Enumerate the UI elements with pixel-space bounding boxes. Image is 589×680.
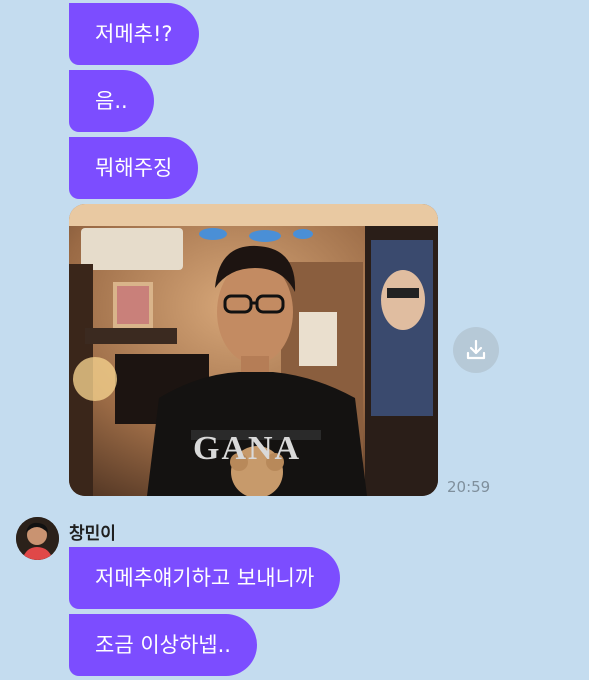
message-timestamp: 20:59 (447, 478, 491, 496)
message-text: 음.. (95, 89, 128, 113)
download-icon (466, 339, 486, 360)
message-text: 저메추!? (95, 22, 173, 46)
sender-name: 창민이 (69, 524, 116, 544)
avatar-photo (16, 517, 59, 560)
message-bubble[interactable]: 조금 이상하넵.. (69, 614, 257, 676)
message-bubble[interactable]: 저메추얘기하고 보내니까 (69, 547, 341, 609)
message-text: 뭐해주징 (95, 156, 173, 180)
message-text: 조금 이상하넵.. (95, 633, 231, 657)
message-bubble[interactable]: 저메추!? (69, 3, 199, 65)
photo-message[interactable]: GANA (69, 204, 438, 496)
message-bubble[interactable]: 음.. (69, 70, 154, 132)
download-button[interactable] (453, 327, 499, 373)
message-text: 저메추얘기하고 보내니까 (95, 566, 315, 590)
shirt-print-text: GANA (193, 430, 302, 467)
message-bubble[interactable]: 뭐해주징 (69, 137, 199, 199)
avatar[interactable] (16, 517, 59, 560)
